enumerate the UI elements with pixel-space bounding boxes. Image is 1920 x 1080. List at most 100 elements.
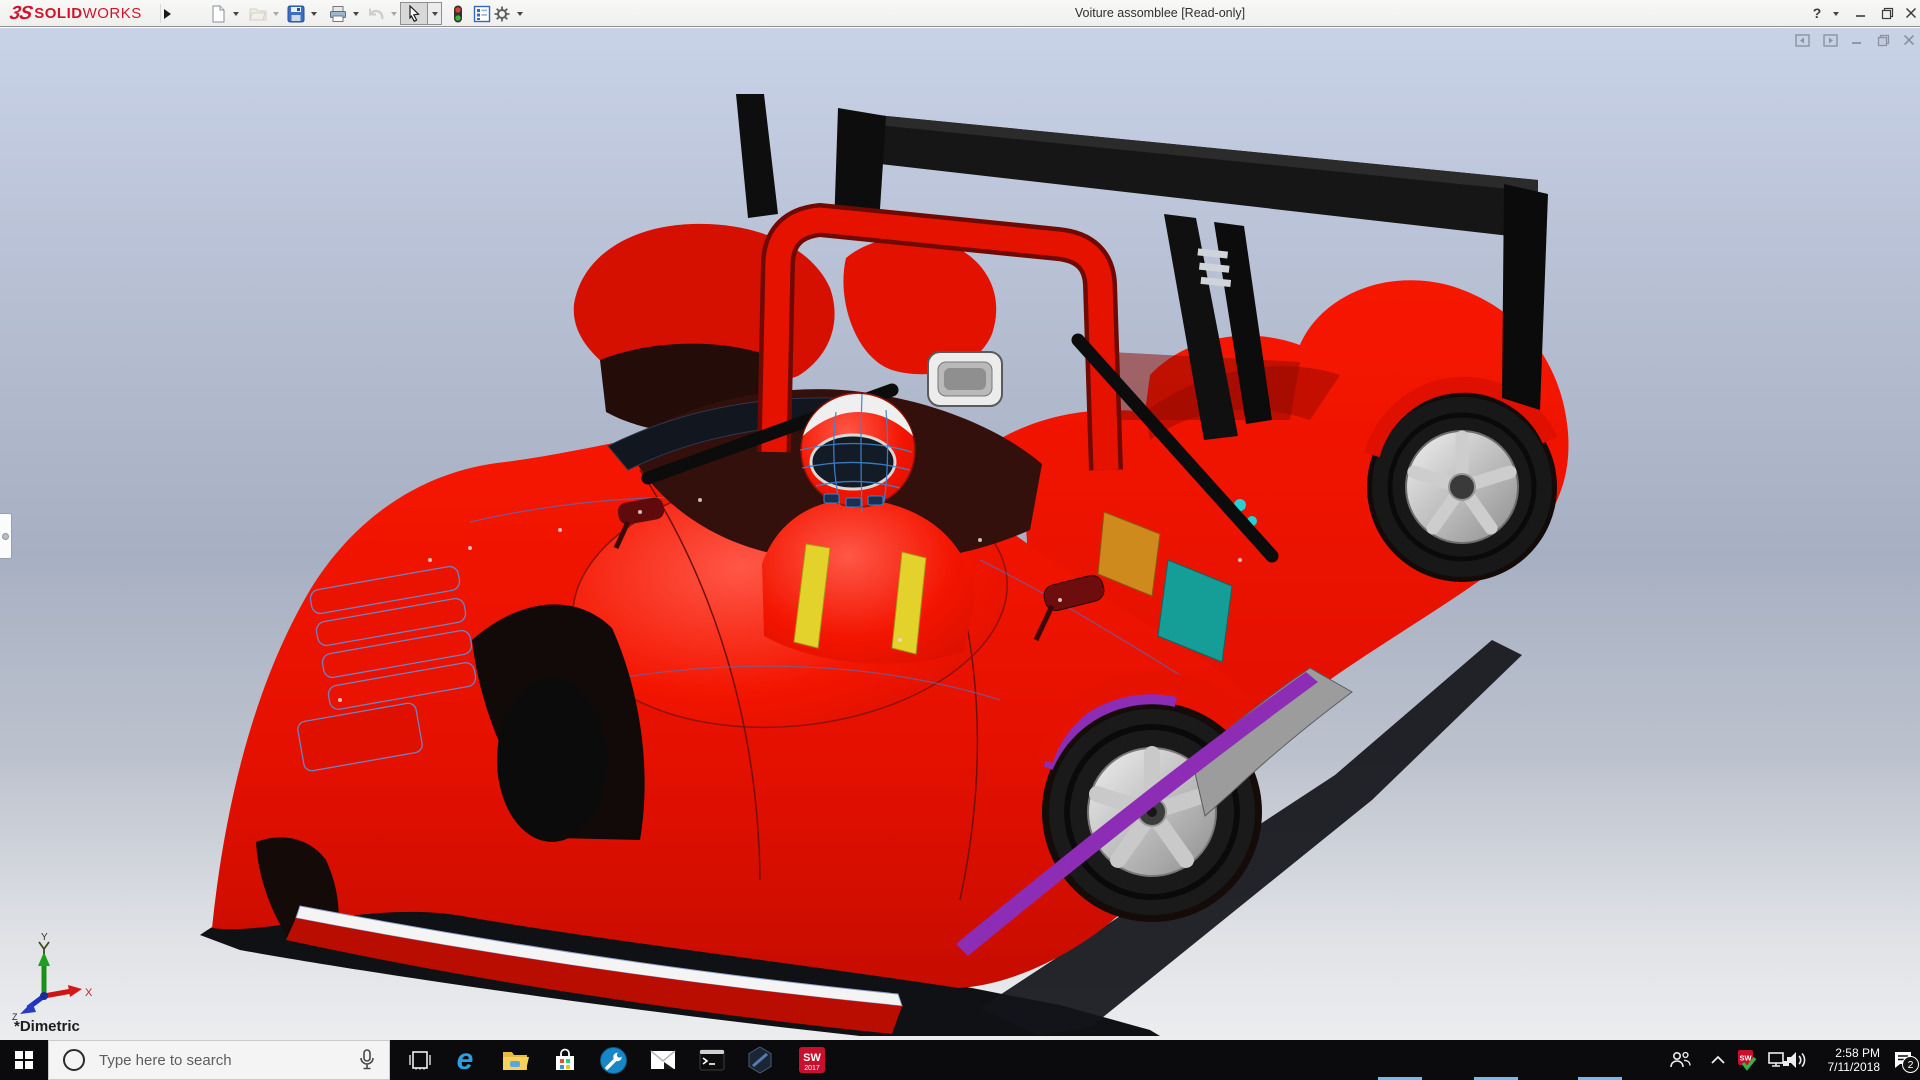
new-document-dropdown[interactable] (230, 2, 242, 25)
select-cursor-icon (404, 4, 424, 24)
clock-date: 7/11/2018 (1828, 1060, 1881, 1074)
taskbar-app-file-explorer[interactable] (491, 1040, 539, 1080)
open-dropdown[interactable] (270, 2, 282, 25)
minimize-icon (1851, 34, 1863, 46)
hexagon-app-icon (747, 1046, 773, 1074)
solidworks-logo: 3S SOLIDWORKS (10, 3, 142, 24)
close-icon (1905, 7, 1917, 19)
start-button[interactable] (0, 1040, 48, 1080)
dock-right-button[interactable] (1820, 32, 1840, 48)
child-minimize-button[interactable] (1847, 32, 1867, 48)
file-explorer-icon (501, 1048, 529, 1072)
minimize-icon (1855, 7, 1867, 19)
caret-down-icon (233, 12, 239, 16)
people-tray-icon[interactable] (1662, 1040, 1698, 1080)
task-view-icon (408, 1048, 432, 1072)
window-title: Voiture assomblee [Read-only] (1075, 6, 1245, 20)
air-intake (928, 352, 1002, 406)
sw-check-icon: SW (1736, 1049, 1758, 1071)
undo-button[interactable] (364, 2, 388, 25)
wrench-circle-icon (600, 1047, 627, 1074)
print-button[interactable] (326, 2, 350, 25)
display-states-button[interactable] (446, 2, 470, 25)
taskbar-app-settings-utility[interactable] (589, 1040, 637, 1080)
child-close-button[interactable] (1899, 32, 1919, 48)
print-dropdown[interactable] (350, 2, 362, 25)
search-input[interactable]: Type here to search (48, 1040, 390, 1080)
taskbar-clock[interactable]: 2:58 PM 7/11/2018 (1806, 1040, 1882, 1080)
cortana-icon (63, 1049, 85, 1071)
minimize-button[interactable] (1848, 0, 1874, 26)
chevron-up-icon (1710, 1055, 1726, 1065)
model-render (0, 28, 1920, 1040)
store-icon (552, 1047, 578, 1073)
taskbar-app-store[interactable] (541, 1040, 589, 1080)
options-dropdown[interactable] (514, 2, 526, 25)
windows-logo-icon (15, 1051, 33, 1069)
save-dropdown[interactable] (308, 2, 320, 25)
taskbar-app-mail[interactable] (639, 1040, 687, 1080)
triad-x-label: X (85, 987, 93, 999)
solidworks-monitor-tray-icon[interactable]: SW (1731, 1040, 1763, 1080)
task-view-button[interactable] (396, 1040, 444, 1080)
caret-down-icon (517, 12, 523, 16)
solidworks-app-icon: SW 2017 (798, 1046, 826, 1074)
options-button[interactable] (490, 2, 514, 25)
reference-triad: Y X Z (6, 930, 96, 1020)
notification-badge[interactable]: 2 (1902, 1056, 1919, 1073)
dock-left-icon (1795, 34, 1810, 47)
brand-wordmark: SOLIDWORKS (34, 5, 142, 22)
search-placeholder: Type here to search (99, 1052, 359, 1069)
list-panel-icon (472, 4, 492, 24)
taskbar-app-command-prompt[interactable] (688, 1040, 736, 1080)
close-icon (1903, 34, 1915, 46)
featuremanager-flyout-tab[interactable] (0, 513, 12, 559)
view-orientation-label: *Dimetric (14, 1018, 80, 1035)
undo-dropdown[interactable] (388, 2, 400, 25)
hidden-icons-button[interactable] (1703, 1040, 1733, 1080)
mail-icon (650, 1050, 676, 1070)
dock-left-button[interactable] (1792, 32, 1812, 48)
flyout-grip-icon (2, 533, 9, 540)
select-tool-button[interactable] (400, 2, 428, 25)
open-folder-icon (248, 4, 268, 24)
caret-down-icon (1833, 12, 1839, 16)
menu-flyout-button[interactable] (160, 4, 174, 23)
gear-icon (492, 4, 512, 24)
stoplight-icon (448, 4, 468, 24)
taskbar-app-edge[interactable]: e (441, 1040, 489, 1080)
taskbar-app-solidworks[interactable]: SW 2017 (788, 1040, 836, 1080)
caret-down-icon (311, 12, 317, 16)
clock-time: 2:58 PM (1835, 1046, 1880, 1060)
help-button[interactable]: ? (1804, 0, 1830, 26)
edge-icon: e (457, 1045, 474, 1075)
new-document-icon (208, 4, 228, 24)
caret-down-icon (432, 12, 438, 16)
save-floppy-icon (286, 4, 306, 24)
restore-icon (1881, 7, 1894, 20)
caret-down-icon (353, 12, 359, 16)
title-bar: 3S SOLIDWORKS (0, 0, 1920, 27)
rear-wheel (1367, 385, 1557, 582)
printer-icon (328, 4, 348, 24)
restore-button[interactable] (1874, 0, 1900, 26)
taskbar-app-hexagon[interactable] (736, 1040, 784, 1080)
undo-arrow-icon (366, 4, 386, 24)
triad-y-label: Y (41, 932, 48, 943)
caret-down-icon (273, 12, 279, 16)
microphone-icon[interactable] (359, 1049, 375, 1071)
speaker-icon (1784, 1050, 1808, 1070)
restore-icon (1877, 34, 1890, 47)
new-document-button[interactable] (206, 2, 230, 25)
svg-text:2017: 2017 (804, 1065, 820, 1072)
graphics-viewport[interactable]: Y X Z *Dimetric (0, 28, 1920, 1040)
flyout-triangle-icon (164, 9, 171, 19)
caret-down-icon (391, 12, 397, 16)
help-dropdown[interactable] (1830, 2, 1842, 25)
save-button[interactable] (284, 2, 308, 25)
close-button[interactable] (1898, 0, 1920, 26)
ds-logo-mark: 3S (8, 3, 34, 25)
open-button[interactable] (246, 2, 270, 25)
child-restore-button[interactable] (1873, 32, 1893, 48)
select-tool-dropdown[interactable] (428, 2, 442, 25)
